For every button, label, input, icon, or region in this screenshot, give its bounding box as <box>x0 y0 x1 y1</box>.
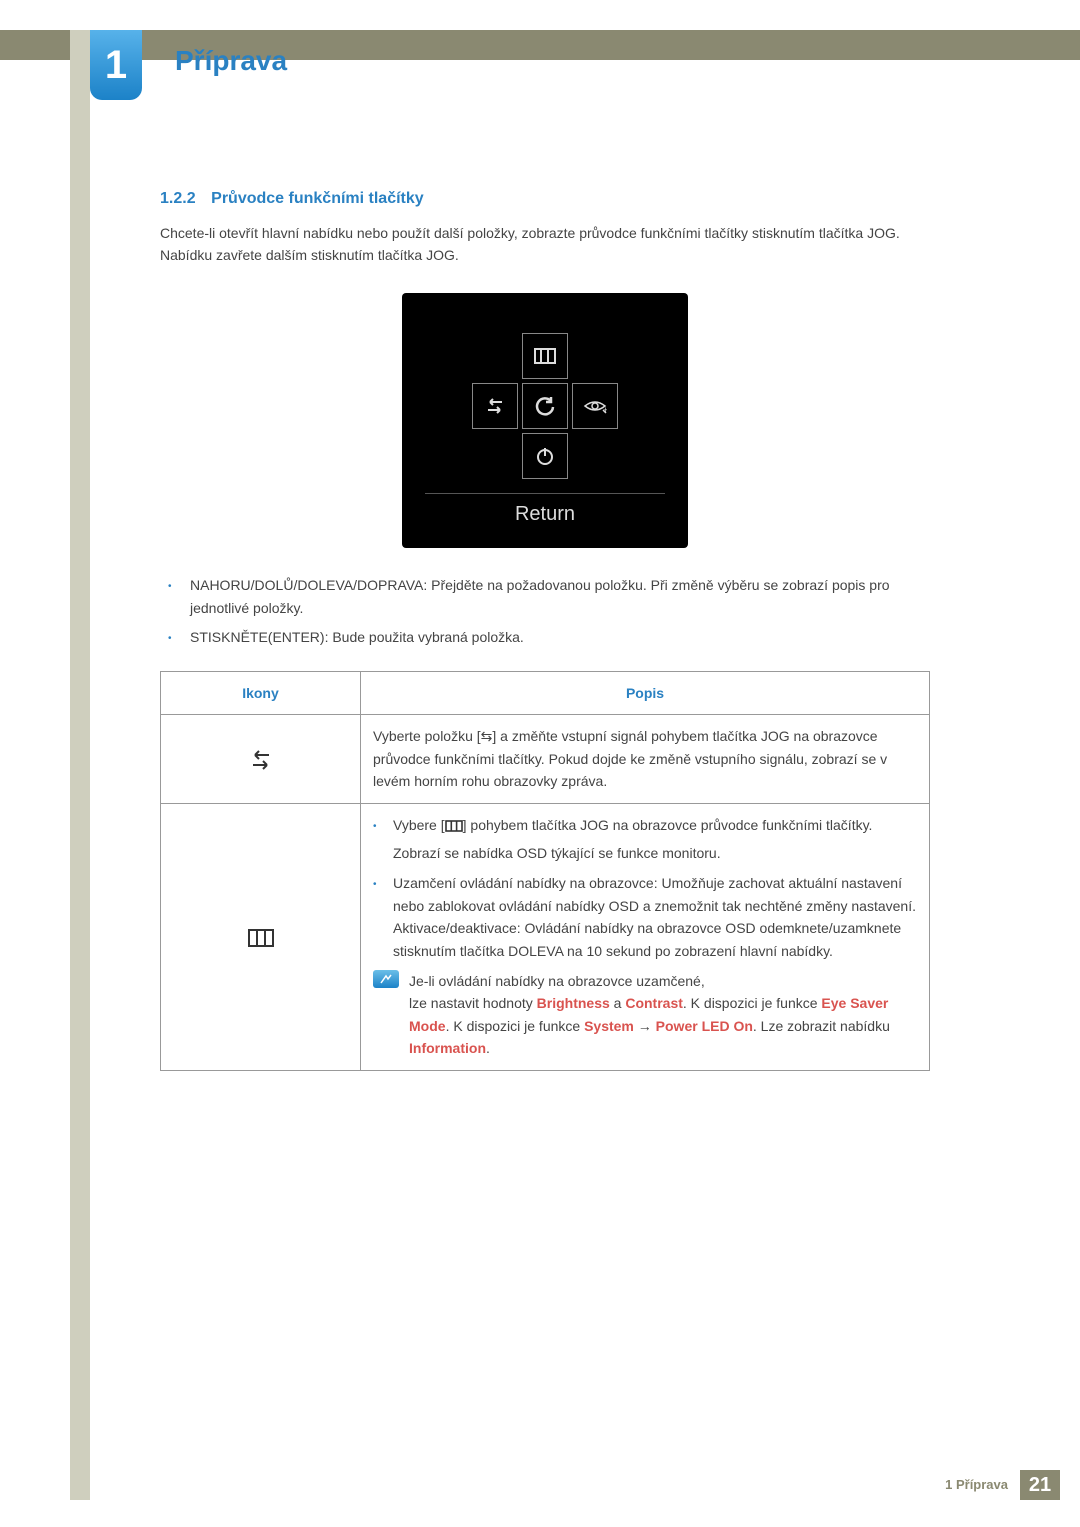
osd-return-label: Return <box>515 503 575 526</box>
menu-small-icon <box>445 820 463 832</box>
icon-cell-menu <box>161 803 361 1070</box>
top-bar <box>0 30 1080 60</box>
th-desc: Popis <box>361 672 930 715</box>
section-number: 1.2.2 <box>160 190 196 207</box>
desc-item: Vybere [] pohybem tlačítka JOG na obrazo… <box>393 814 917 865</box>
icon-table: Ikony Popis Vyberte položku [⇆] a změňte… <box>160 671 930 1070</box>
left-strip <box>70 30 90 1500</box>
osd-divider <box>425 493 665 494</box>
note-icon <box>373 970 399 988</box>
source-switch-icon <box>247 749 275 771</box>
content: 1.2.2 Průvodce funkčními tlačítky Chcete… <box>160 190 930 1071</box>
desc-cell: Vybere [] pohybem tlačítka JOG na obrazo… <box>361 803 930 1070</box>
osd-center-return-icon <box>522 383 568 429</box>
chapter-badge: 1 <box>90 30 142 100</box>
icon-cell-source <box>161 715 361 803</box>
desc-cell: Vyberte položku [⇆] a změňte vstupní sig… <box>361 715 930 803</box>
bullet-item: NAHORU/DOLŮ/DOLEVA/DOPRAVA: Přejděte na … <box>190 574 930 620</box>
bullet-item: STISKNĚTE(ENTER): Bude použita vybraná p… <box>190 626 930 649</box>
osd-grid: + <box>472 333 618 479</box>
svg-text:+: + <box>603 405 607 414</box>
osd-right-eye-icon: + <box>572 383 618 429</box>
nav-bullets: NAHORU/DOLŮ/DOLEVA/DOPRAVA: Přejděte na … <box>190 574 930 649</box>
menu-icon <box>247 928 275 948</box>
footer-text: 1 Příprava <box>945 1477 1008 1492</box>
osd-up-menu-icon <box>522 333 568 379</box>
desc-item: Uzamčení ovládání nabídky na obrazovce: … <box>393 872 917 962</box>
section-title: Průvodce funkčními tlačítky <box>211 190 424 207</box>
table-row: Vyberte položku [⇆] a změňte vstupní sig… <box>161 715 930 803</box>
osd-figure: + Return <box>402 293 688 548</box>
th-icons: Ikony <box>161 672 361 715</box>
table-row: Vybere [] pohybem tlačítka JOG na obrazo… <box>161 803 930 1070</box>
intro-text: Chcete-li otevřít hlavní nabídku nebo po… <box>160 222 930 267</box>
chapter-title: Příprava <box>175 45 287 77</box>
osd-left-source-icon <box>472 383 518 429</box>
page-number: 21 <box>1020 1470 1060 1500</box>
note-text: Je-li ovládání nabídky na obrazovce uzam… <box>409 970 917 1060</box>
section-heading: 1.2.2 Průvodce funkčními tlačítky <box>160 190 930 208</box>
osd-down-power-icon <box>522 433 568 479</box>
note-block: Je-li ovládání nabídky na obrazovce uzam… <box>373 970 917 1060</box>
